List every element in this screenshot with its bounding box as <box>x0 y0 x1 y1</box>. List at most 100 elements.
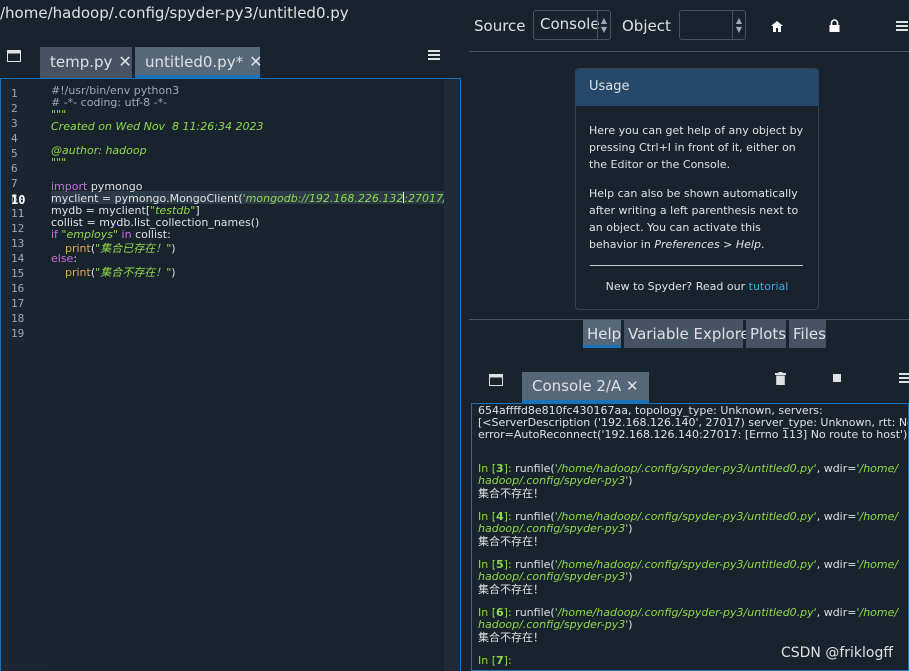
close-icon[interactable]: ✕ <box>118 52 131 71</box>
line-number: 12 <box>11 222 25 235</box>
tab-help[interactable]: Help <box>583 320 621 348</box>
console-prompt-line[interactable]: In [7]: <box>478 655 512 667</box>
code-token: :27017/' <box>404 192 450 205</box>
trash-icon[interactable] <box>770 368 790 388</box>
code-line: print("集合不存在！") <box>51 264 176 280</box>
watermark: CSDN @friklogff <box>780 645 893 661</box>
chevron-down-icon: ▲ ▼ <box>597 11 610 39</box>
divider <box>590 265 803 266</box>
prompt-number: 7 <box>496 654 504 667</box>
code-token: 'mongodb://192.168.226.132 <box>242 192 404 205</box>
source-select[interactable]: Console ▲ ▼ <box>533 10 611 40</box>
editor-pane: /home/hadoop/.config/spyder-py3/untitled… <box>0 0 464 671</box>
code-editor[interactable]: 1 2 3 4 5 6 7 8 10 11 12 13 14 15 16 17 … <box>0 78 461 671</box>
tab-console-2a[interactable]: Console 2/A ✕ <box>522 372 649 403</box>
code-token: , wdir= <box>816 606 857 619</box>
code-token: '/home/ <box>856 510 899 523</box>
usage-text: pressing Ctrl+I in front of it, either o… <box>589 141 796 154</box>
hamburger-menu-icon[interactable] <box>899 368 909 388</box>
ipython-console[interactable]: 654affffd8e810fc430167aa, topology_type:… <box>471 403 909 671</box>
line-number: 6 <box>11 162 18 175</box>
tab-variable-explorer[interactable]: Variable Explorer <box>624 320 756 348</box>
browse-tabs-icon[interactable] <box>4 46 24 66</box>
browse-tabs-icon[interactable] <box>486 370 506 390</box>
line-number: 16 <box>11 282 25 295</box>
close-icon[interactable]: ✕ <box>249 52 262 71</box>
code-token: '/home/ <box>856 462 899 475</box>
usage-text: Help can also be shown automatically <box>589 187 798 200</box>
line-number: 1 <box>11 87 18 100</box>
stop-icon[interactable] <box>827 368 847 388</box>
console-pane: Console 2/A ✕ 654affffd8e810fc430167aa, … <box>469 355 909 671</box>
code-token: hadoop/.config/spyder-py3' <box>478 522 629 535</box>
close-icon[interactable]: ✕ <box>626 377 639 395</box>
source-select-value: Console <box>540 15 600 33</box>
prompt: ]: <box>503 654 512 667</box>
help-toolbar: Source Console ▲ ▼ Object ▲ ▼ <box>469 0 909 52</box>
console-output: error=AutoReconnect('192.168.126.140:270… <box>478 428 909 441</box>
line-number: 19 <box>11 327 25 340</box>
code-line: Created on Wed Nov 8 11:26:34 2023 <box>51 120 264 133</box>
usage-paragraph-2: Help can also be shown automatically aft… <box>589 185 809 253</box>
code-token: , wdir= <box>816 510 857 523</box>
console-output: 集合不存在！ <box>478 535 544 548</box>
source-label: Source <box>474 17 526 35</box>
line-number: 11 <box>11 207 25 220</box>
hamburger-menu-icon[interactable] <box>424 45 444 65</box>
tab-label: temp.py <box>50 53 113 71</box>
tab-untitled0-py[interactable]: untitled0.py* ✕ <box>135 47 262 78</box>
code-area[interactable]: #!/usr/bin/env python3 # -*- coding: utf… <box>51 79 454 671</box>
tab-files[interactable]: Files <box>789 320 826 348</box>
code-token: "集合不存在！" <box>95 266 172 279</box>
console-toolbar: Console 2/A ✕ <box>469 355 909 403</box>
code-token: hadoop/.config/spyder-py3' <box>478 570 629 583</box>
line-number-gutter: 1 2 3 4 5 6 7 8 10 11 12 13 14 15 16 17 … <box>1 79 47 671</box>
line-number: 13 <box>11 237 25 250</box>
line-number: 14 <box>11 252 25 265</box>
line-number: 7 <box>11 177 18 190</box>
home-icon[interactable] <box>767 16 787 36</box>
code-token: ) <box>628 618 633 631</box>
tab-label: untitled0.py* <box>145 53 244 71</box>
preferences-path: Preferences > Help <box>654 238 761 251</box>
tab-plots[interactable]: Plots <box>746 320 786 348</box>
usage-footer: New to Spyder? Read our tutorial <box>576 280 818 293</box>
line-number: 4 <box>11 132 18 145</box>
usage-title: Usage <box>576 69 818 106</box>
editor-scrollbar[interactable] <box>444 79 460 671</box>
code-token: ) <box>171 242 176 255</box>
code-token: '/home/ <box>856 558 899 571</box>
line-number: 2 <box>11 102 18 115</box>
code-token: hadoop/.config/spyder-py3' <box>478 474 629 487</box>
lock-icon[interactable] <box>824 15 844 35</box>
usage-text: after writing a left parenthesis next to <box>589 204 799 217</box>
tab-label: Console 2/A <box>532 377 622 395</box>
line-number-current: 10 <box>11 193 26 207</box>
code-line: """ <box>51 156 67 169</box>
code-line: # -*- coding: utf-8 -*- <box>51 96 168 109</box>
hamburger-menu-icon[interactable] <box>895 16 909 36</box>
tutorial-link[interactable]: tutorial <box>749 280 789 293</box>
code-token: , wdir= <box>816 462 857 475</box>
code-token: "集合已存在！" <box>95 242 172 255</box>
file-path: /home/hadoop/.config/spyder-py3/untitled… <box>0 4 349 22</box>
usage-text: . <box>760 238 765 251</box>
usage-box: Usage Here you can get help of any objec… <box>575 68 819 310</box>
object-select[interactable]: ▲ ▼ <box>679 10 746 40</box>
help-pane: Source Console ▲ ▼ Object ▲ ▼ Usage Here… <box>469 0 909 348</box>
code-token: ) <box>628 570 633 583</box>
footer-text: New to Spyder? Read our <box>605 280 749 293</box>
console-output: 集合不存在！ <box>478 583 544 596</box>
console-input-line: hadoop/.config/spyder-py3') <box>478 619 633 631</box>
line-number: 18 <box>11 312 25 325</box>
chevron-down-icon: ▲ ▼ <box>732 11 745 39</box>
spyder-window: /home/hadoop/.config/spyder-py3/untitled… <box>0 0 909 671</box>
line-number: 5 <box>11 147 18 160</box>
code-token: ) <box>628 474 633 487</box>
console-output: 集合不存在！ <box>478 631 544 644</box>
usage-text: the Editor or the Console. <box>589 158 731 171</box>
console-input-line: hadoop/.config/spyder-py3') <box>478 571 633 583</box>
usage-paragraph-1: Here you can get help of any object by p… <box>589 122 809 173</box>
tab-temp-py[interactable]: temp.py ✕ <box>40 47 132 78</box>
code-token: ) <box>171 266 176 279</box>
